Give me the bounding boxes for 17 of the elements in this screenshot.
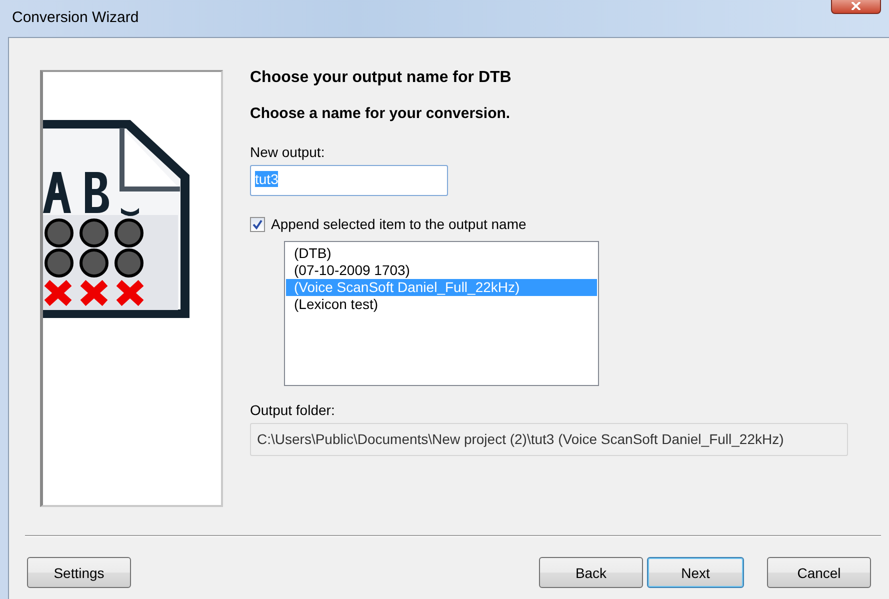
dialog-button[interactable]: Back bbox=[539, 557, 643, 588]
page-heading: Choose your output name for DTB bbox=[250, 69, 512, 87]
close-icon bbox=[850, 2, 862, 10]
close-button[interactable] bbox=[831, 0, 881, 14]
list-item[interactable]: (DTB) bbox=[286, 245, 597, 262]
dialog-button[interactable]: Cancel bbox=[767, 557, 871, 588]
field-label: New output: bbox=[250, 144, 325, 160]
dialog-button[interactable]: Next bbox=[647, 557, 744, 588]
checkbox-label: Append selected item to the output name bbox=[271, 216, 526, 232]
page-subheading: Choose a name for your conversion. bbox=[250, 105, 510, 122]
checkbox[interactable] bbox=[250, 216, 265, 232]
window-title: Conversion Wizard bbox=[12, 9, 139, 26]
list-item[interactable]: (Lexicon test) bbox=[286, 296, 597, 313]
dialog-button[interactable]: Settings bbox=[27, 557, 131, 588]
field-label: Output folder: bbox=[250, 402, 335, 418]
output-folder-field: C:\Users\Public\Documents\New project (2)\tut3 (Voice ScanSoft Daniel_Full_22kHz) bbox=[250, 423, 848, 456]
list-item[interactable]: (07-10-2009 1703) bbox=[286, 262, 597, 279]
